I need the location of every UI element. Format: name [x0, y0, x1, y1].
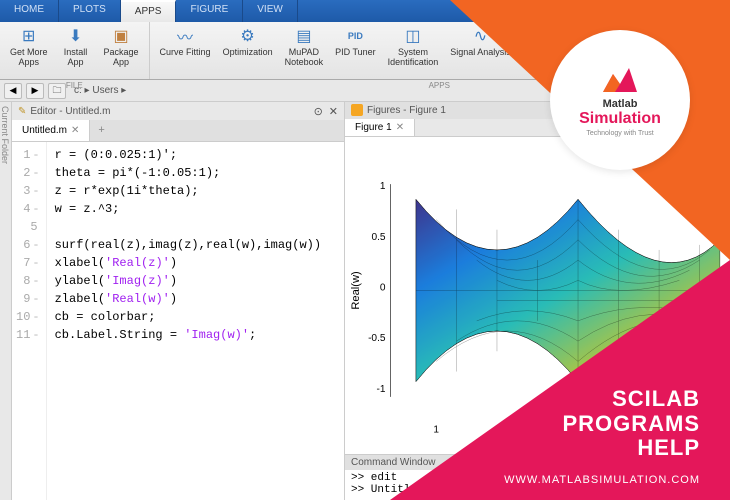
code-editor[interactable]: 1-2-3-4-56-7-8-9-10-11- r = (0:0.025:1)'… [12, 142, 344, 500]
tab-view[interactable]: VIEW [243, 0, 298, 22]
promo-headline: SCILAB PROGRAMS HELP [562, 387, 700, 460]
apps-grid-icon: ⊞ [19, 26, 39, 46]
svg-text:-0.5: -0.5 [368, 333, 386, 344]
edit-doc-icon: ✎ [18, 106, 26, 117]
pid-icon: PID [345, 26, 365, 46]
camera-icon: ▦ [535, 26, 555, 46]
editor-panel: ✎ Editor - Untitled.m ⊙ ✕ Untitled.m ✕ +… [12, 102, 345, 500]
tab-plots[interactable]: PLOTS [59, 0, 121, 22]
editor-title: Editor - Untitled.m [30, 106, 110, 117]
close-icon[interactable]: ✕ [396, 122, 404, 133]
tab-home[interactable]: HOME [0, 0, 59, 22]
z-axis-label: Real(w) [350, 271, 362, 310]
current-folder-title: Current Folder [0, 102, 10, 168]
svg-text:0.5: 0.5 [371, 232, 385, 243]
close-icon[interactable]: ✕ [71, 125, 79, 136]
system-id-button[interactable]: ◫ System Identification [382, 24, 445, 77]
current-folder-panel[interactable]: Current Folder [0, 102, 12, 500]
new-file-tab-button[interactable]: + [90, 120, 112, 141]
file-tab-untitled[interactable]: Untitled.m ✕ [12, 120, 90, 141]
top-tab-bar: HOME PLOTS APPS FIGURE VIEW [0, 0, 730, 22]
svg-text:0.5: 0.5 [500, 435, 514, 446]
group-label-file: FILE [0, 81, 149, 90]
curve-fitting-button[interactable]: 〰 Curve Fitting [154, 24, 217, 77]
package-app-button[interactable]: ▣ Package App [98, 24, 145, 77]
svg-text:-1: -1 [377, 384, 386, 395]
ribbon-group-file: ⊞ Get More Apps ⬇ Install App ▣ Package … [0, 22, 150, 79]
optimization-icon: ⚙ [238, 26, 258, 46]
curve-icon: 〰 [175, 26, 195, 46]
editor-maximize-icon[interactable]: ⊙ [314, 105, 323, 118]
brand-logo: Matlab Simulation Technology with Trust [550, 30, 690, 170]
svg-text:1: 1 [380, 181, 386, 192]
mupad-button[interactable]: ▤ MuPAD Notebook [279, 24, 330, 77]
command-line: >> Untitled [351, 484, 724, 496]
download-icon: ⬇ [66, 26, 86, 46]
package-icon: ▣ [111, 26, 131, 46]
install-app-button[interactable]: ⬇ Install App [54, 24, 98, 77]
svg-text:0: 0 [380, 283, 386, 294]
signal-icon: ∿ [470, 26, 490, 46]
get-more-apps-button[interactable]: ⊞ Get More Apps [4, 24, 54, 77]
tab-apps[interactable]: APPS [121, 0, 177, 22]
optimization-button[interactable]: ⚙ Optimization [217, 24, 279, 77]
signal-analysis-button[interactable]: ∿ Signal Analysis [444, 24, 517, 77]
file-tab-bar: Untitled.m ✕ + [12, 120, 344, 142]
system-icon: ◫ [403, 26, 423, 46]
figure-icon [351, 104, 363, 116]
pid-tuner-button[interactable]: PID PID Tuner [329, 24, 382, 77]
editor-close-icon[interactable]: ✕ [329, 105, 338, 118]
promo-url: WWW.MATLABSIMULATION.COM [504, 474, 700, 486]
logo-mark-icon [595, 64, 645, 98]
tab-figure[interactable]: FIGURE [176, 0, 243, 22]
notebook-icon: ▤ [294, 26, 314, 46]
editor-title-bar: ✎ Editor - Untitled.m ⊙ ✕ [12, 102, 344, 120]
figure-tab-1[interactable]: Figure 1 ✕ [345, 119, 415, 136]
svg-text:1: 1 [433, 424, 439, 435]
